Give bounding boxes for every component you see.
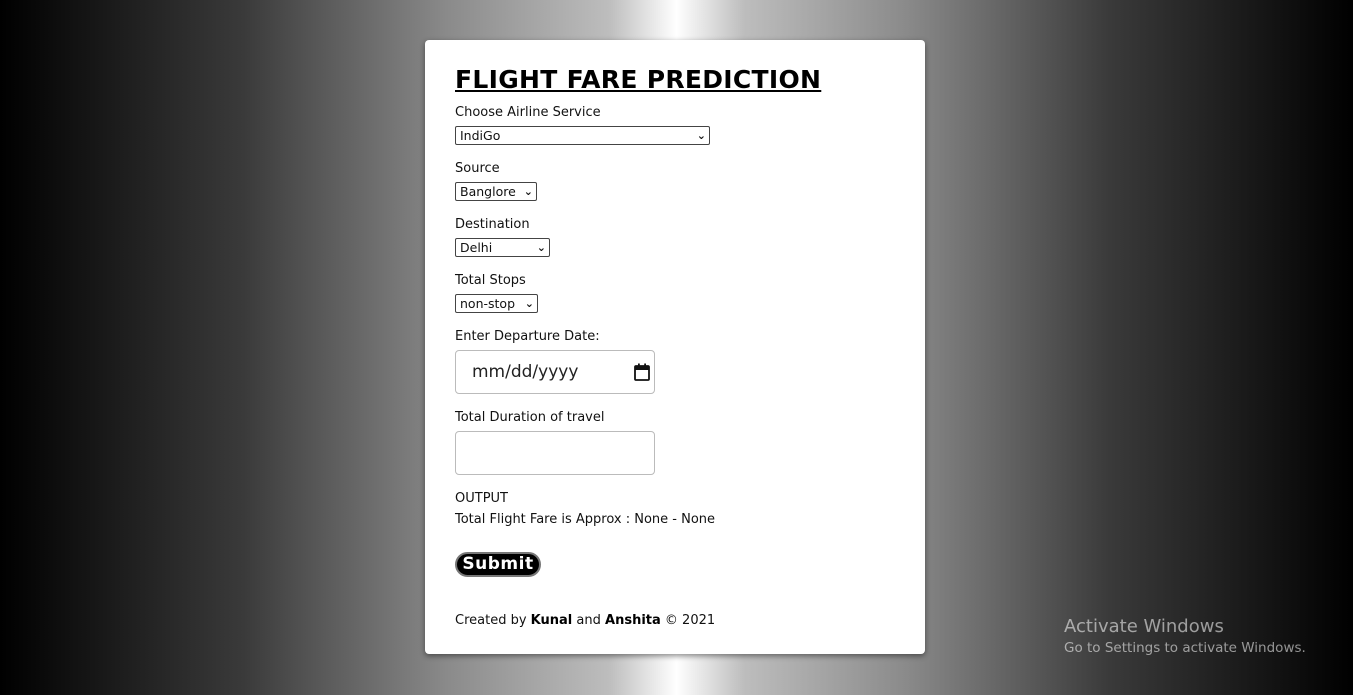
- source-select-value: Banglore: [460, 184, 516, 199]
- form-card: FLIGHT FARE PREDICTION Choose Airline Se…: [425, 40, 925, 654]
- watermark-title: Activate Windows: [1064, 616, 1224, 637]
- calendar-icon[interactable]: [634, 363, 650, 381]
- source-label: Source: [455, 161, 500, 176]
- footer-author-1: Kunal: [530, 613, 573, 628]
- chevron-down-icon: ⌄: [536, 241, 546, 254]
- footer-copyright: © 2021: [664, 613, 716, 628]
- chevron-down-icon: ⌄: [696, 129, 706, 142]
- airline-label: Choose Airline Service: [455, 105, 601, 120]
- airline-select-value: IndiGo: [460, 128, 501, 143]
- footer-author-2: Anshita: [605, 613, 661, 628]
- chevron-down-icon: ⌄: [523, 185, 533, 198]
- airline-select[interactable]: IndiGo ⌄: [455, 126, 710, 145]
- page-title: FLIGHT FARE PREDICTION: [455, 65, 822, 94]
- stops-select[interactable]: non-stop ⌄: [455, 294, 538, 313]
- departure-date-input[interactable]: mm/dd/yyyy: [455, 350, 655, 394]
- chevron-down-icon: ⌄: [524, 297, 534, 310]
- footer: Created by Kunal and Anshita © 2021: [455, 613, 715, 628]
- source-select[interactable]: Banglore ⌄: [455, 182, 537, 201]
- activate-windows-watermark: Activate Windows Go to Settings to activ…: [1064, 616, 1306, 656]
- date-label: Enter Departure Date:: [455, 329, 600, 344]
- destination-select-value: Delhi: [460, 240, 493, 255]
- stops-label: Total Stops: [455, 273, 526, 288]
- stops-select-value: non-stop: [460, 296, 515, 311]
- destination-label: Destination: [455, 217, 530, 232]
- footer-and: and: [576, 613, 601, 628]
- output-label: OUTPUT: [455, 491, 508, 506]
- duration-input[interactable]: [455, 431, 655, 475]
- footer-prefix: Created by: [455, 613, 527, 628]
- output-text: Total Flight Fare is Approx : None - Non…: [455, 512, 716, 527]
- duration-label: Total Duration of travel: [455, 410, 605, 425]
- submit-button[interactable]: Submit: [455, 552, 541, 577]
- destination-select[interactable]: Delhi ⌄: [455, 238, 550, 257]
- watermark-subtitle: Go to Settings to activate Windows.: [1064, 640, 1306, 656]
- date-placeholder: mm/dd/yyyy: [472, 362, 579, 382]
